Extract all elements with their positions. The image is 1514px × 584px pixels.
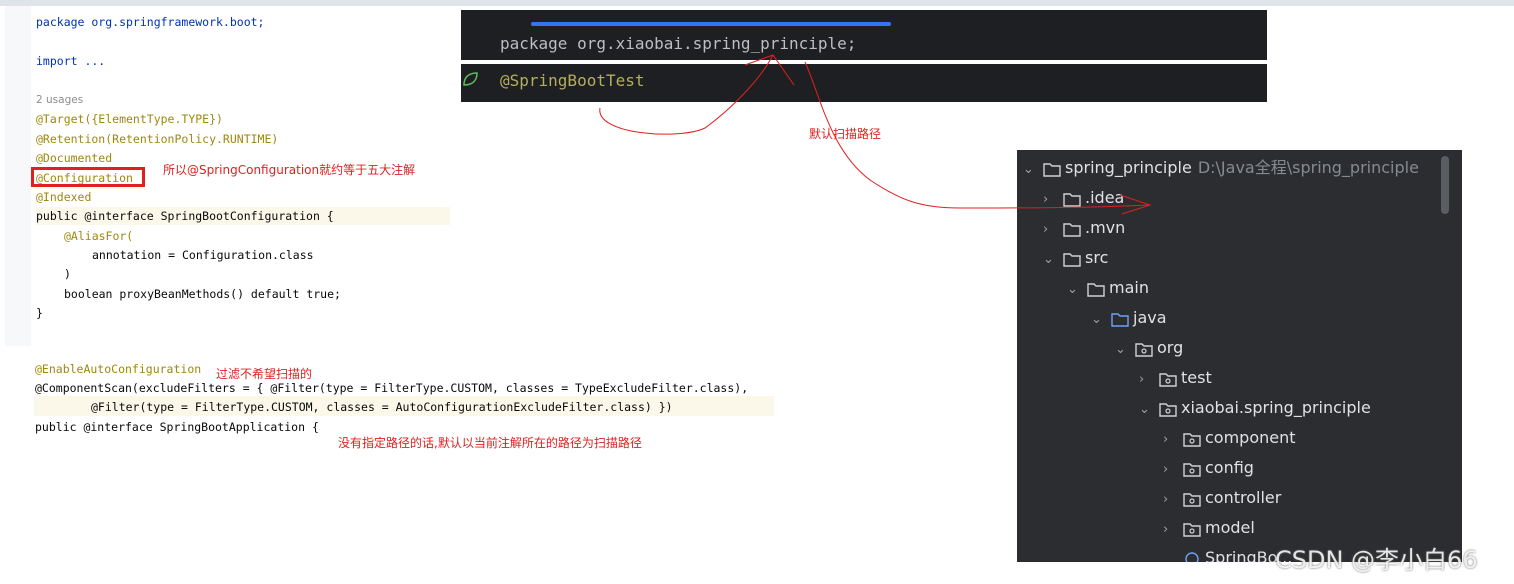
hand-drawn-arrows xyxy=(599,54,1152,215)
watermark: CSDN @李小白66 xyxy=(1275,546,1478,574)
